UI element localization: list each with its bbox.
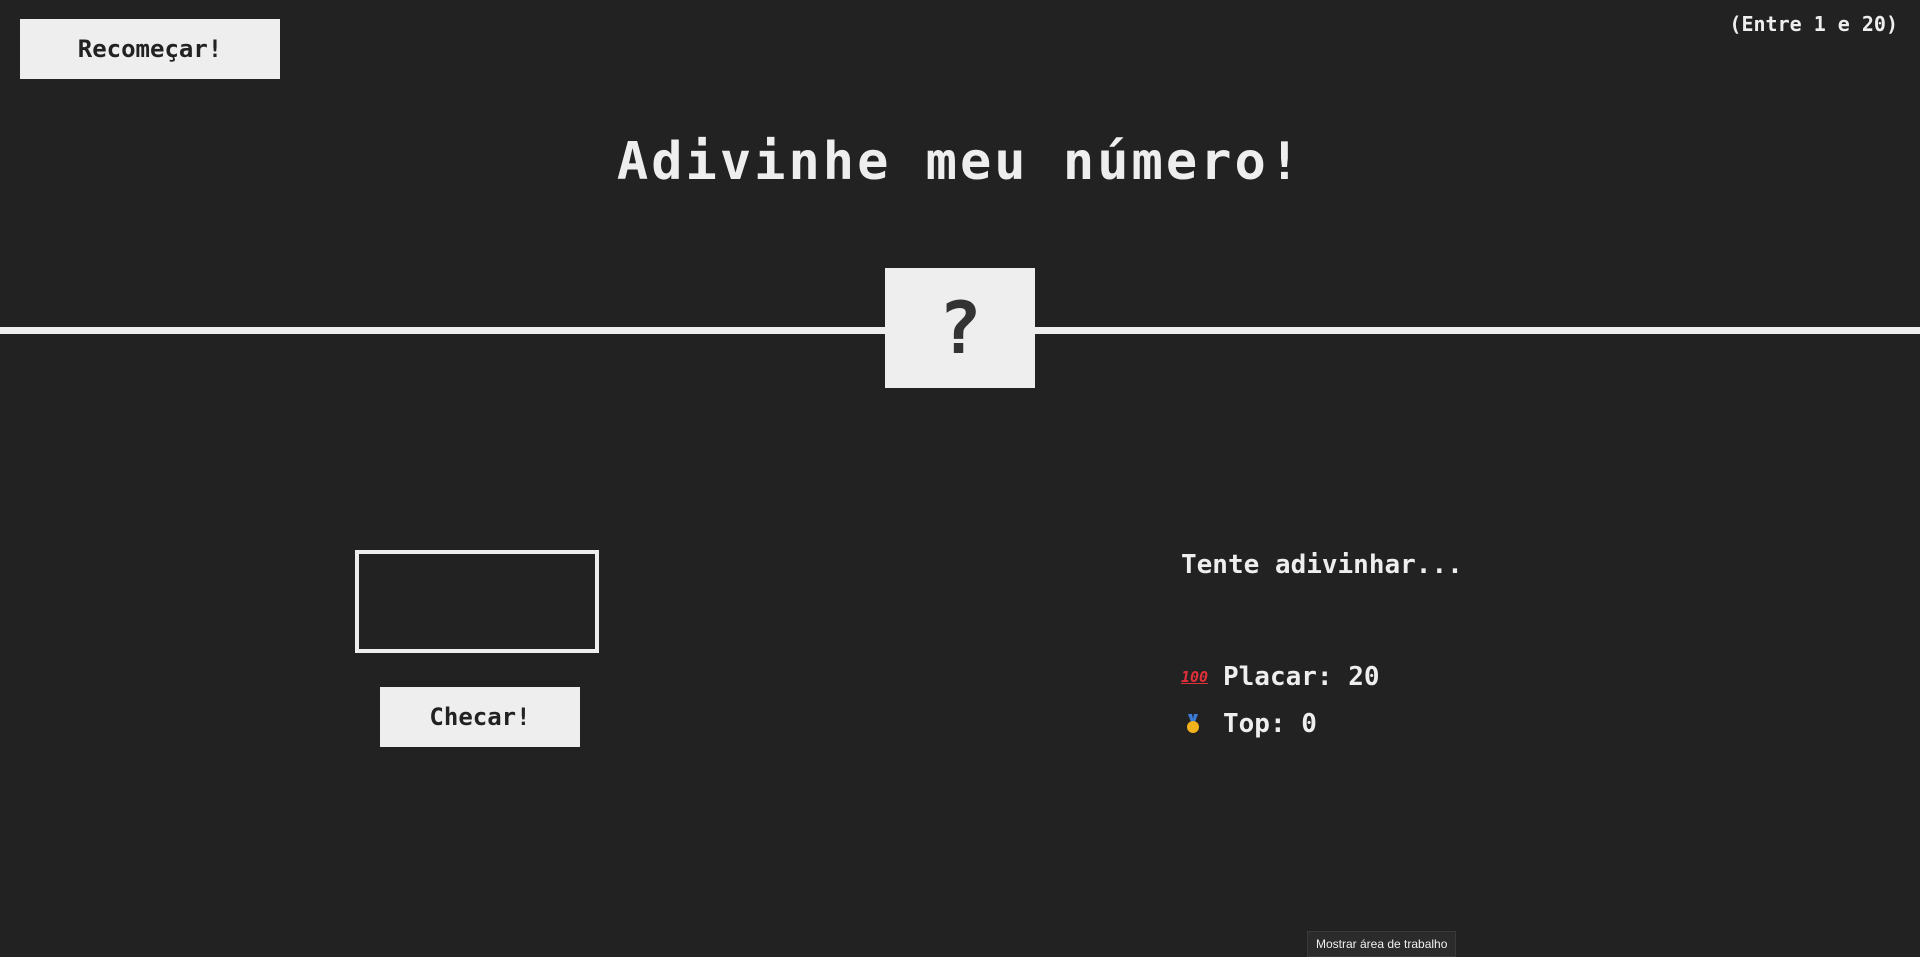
highscore-value: 0 xyxy=(1301,709,1317,739)
score-row: 100 Placar: 20 xyxy=(1181,662,1380,692)
secret-number-box: ? xyxy=(885,268,1035,388)
game-page: Recomeçar! (Entre 1 e 20) Adivinhe meu n… xyxy=(0,0,1920,957)
again-button[interactable]: Recomeçar! xyxy=(20,19,280,79)
check-button[interactable]: Checar! xyxy=(380,687,580,747)
guess-input[interactable] xyxy=(355,550,599,653)
range-hint: (Entre 1 e 20) xyxy=(1729,12,1898,36)
status-message: Tente adivinhar... xyxy=(1181,550,1463,580)
medal-icon xyxy=(1185,714,1201,734)
score-label: Placar: xyxy=(1223,662,1349,692)
highscore-row: Top: 0 xyxy=(1181,709,1317,739)
hundred-points-icon: 100 xyxy=(1181,668,1209,686)
show-desktop-tooltip: Mostrar área de trabalho xyxy=(1307,931,1457,957)
page-title: Adivinhe meu número! xyxy=(616,132,1304,192)
score-value: 20 xyxy=(1348,662,1380,692)
highscore-label: Top: xyxy=(1223,709,1302,739)
